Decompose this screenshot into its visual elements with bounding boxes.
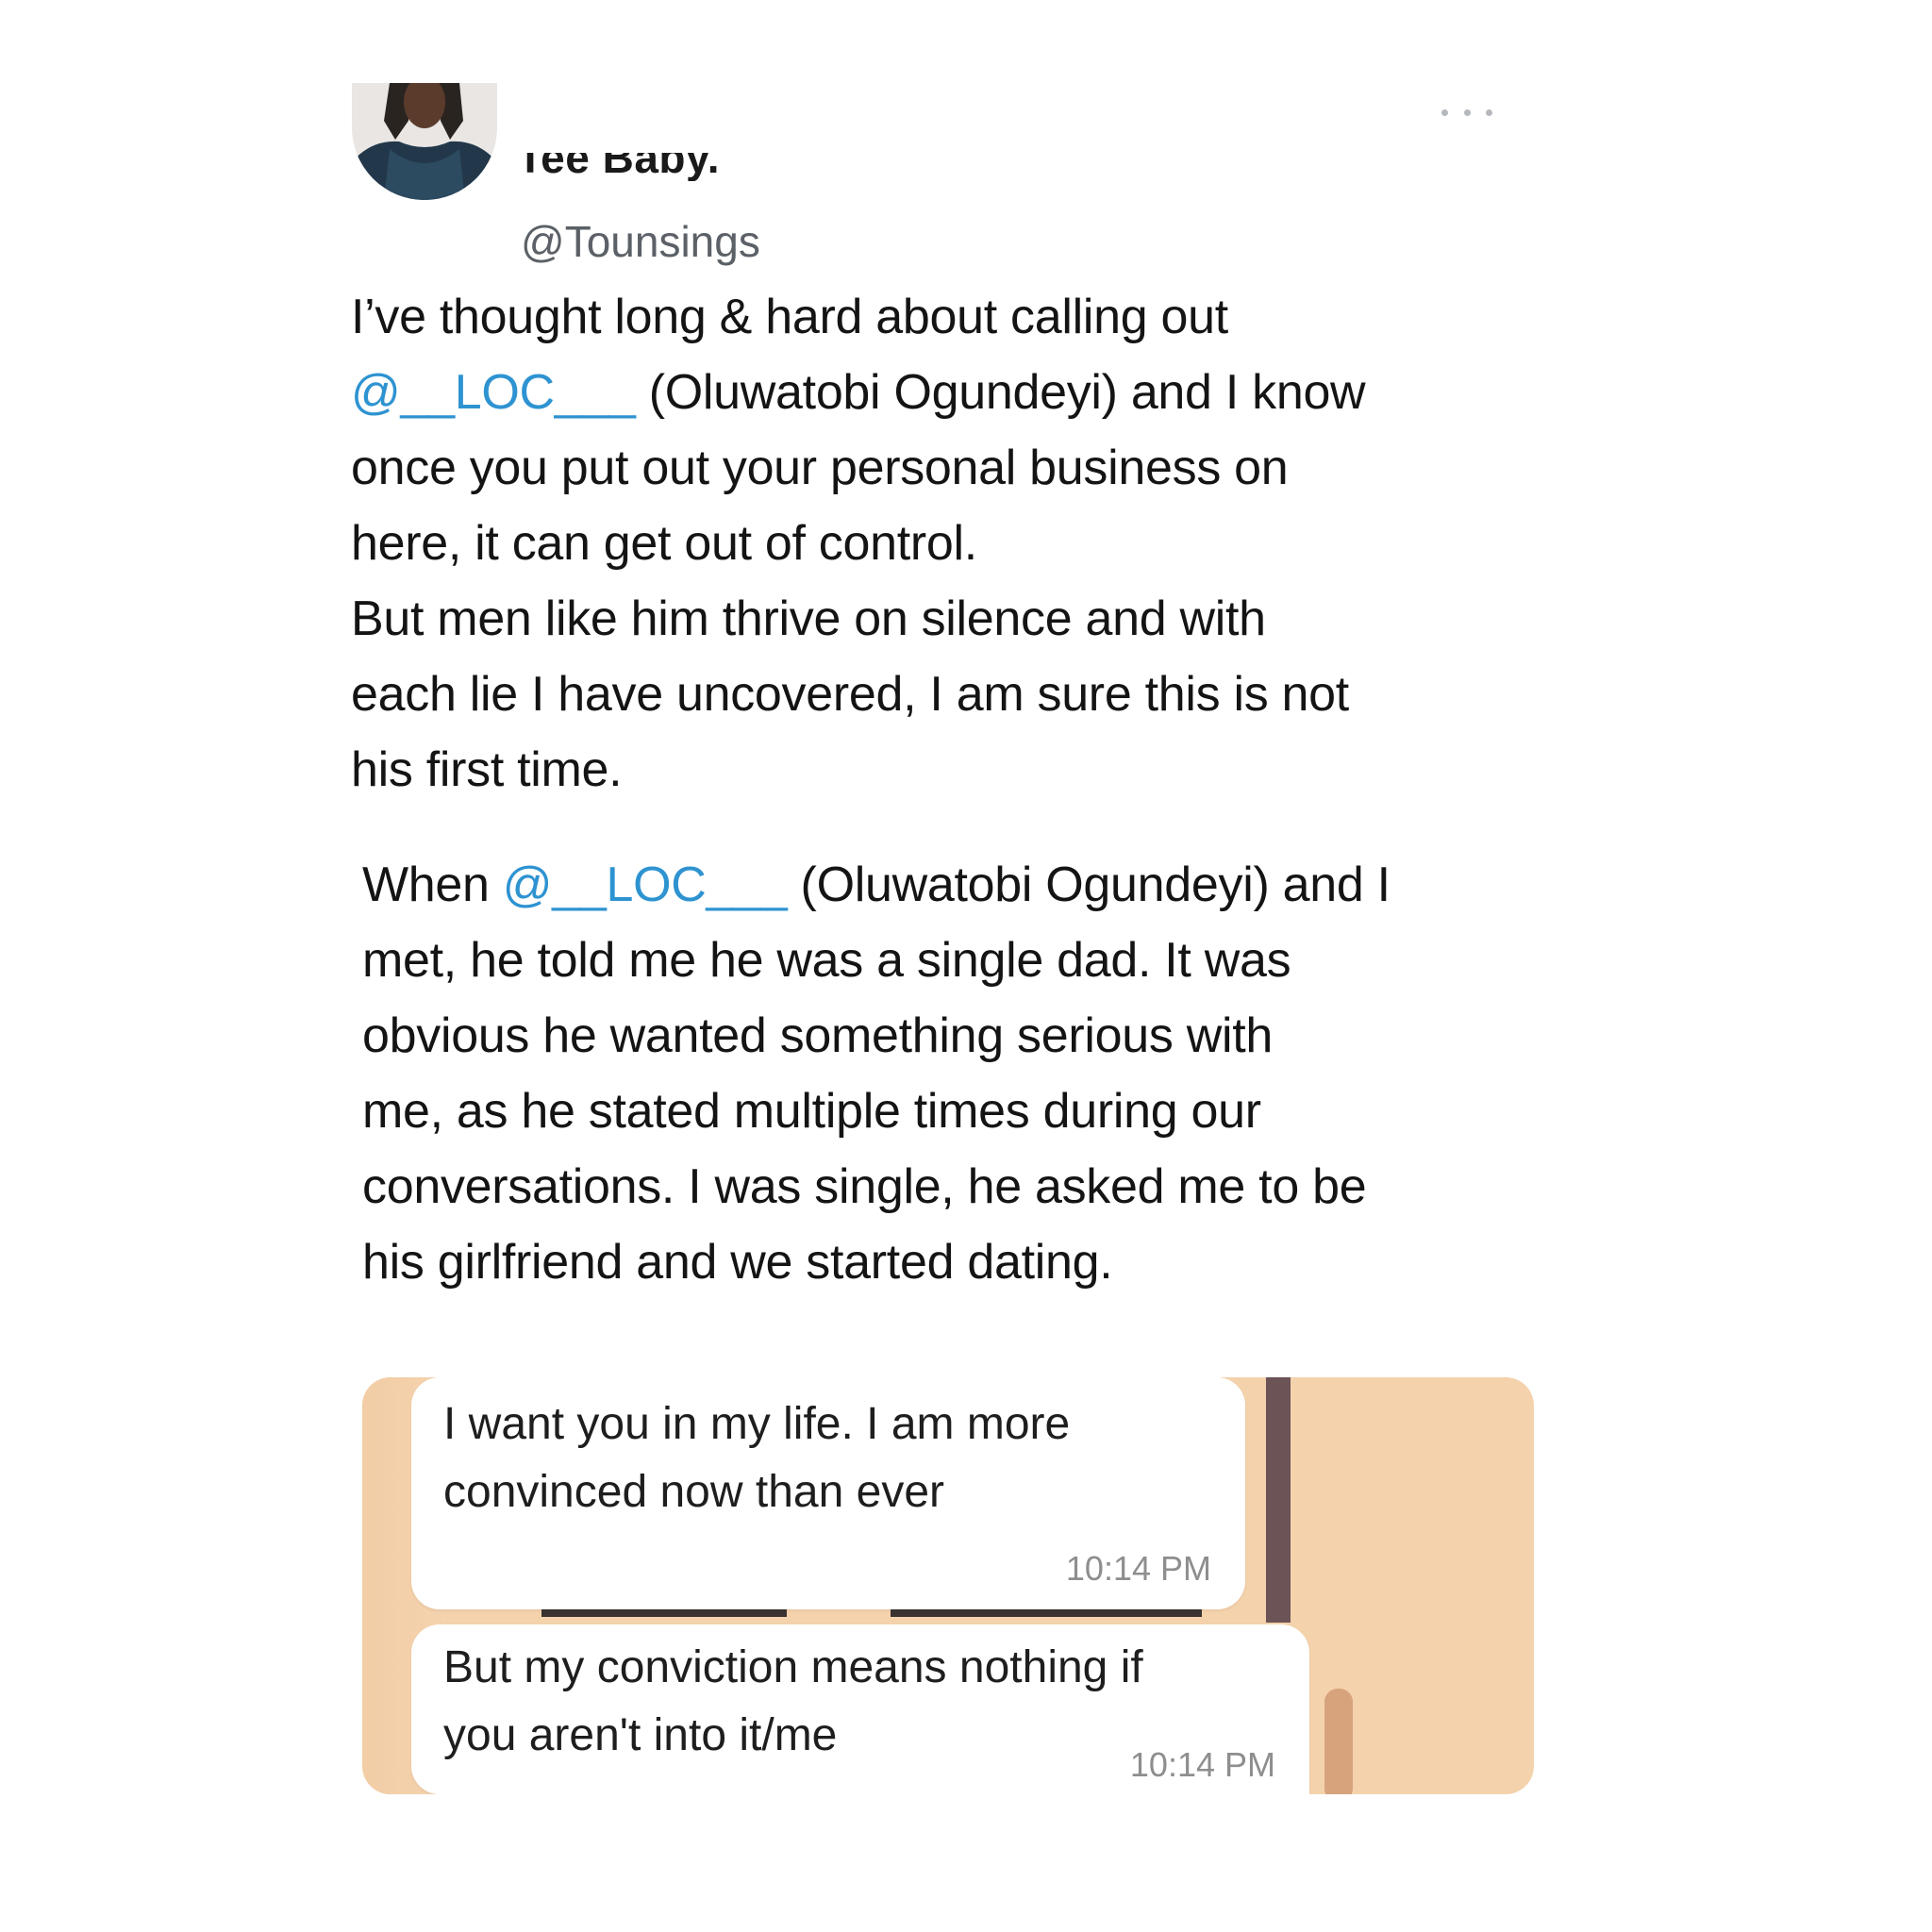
author-avatar[interactable] xyxy=(352,83,497,200)
text-line: his girlfriend and we started dating. xyxy=(362,1235,1113,1290)
chat-message-bubble: I want you in my life. I am more convinc… xyxy=(411,1377,1245,1609)
chat-background-shape xyxy=(1266,1377,1291,1623)
text-line: conversations. I was single, he asked me… xyxy=(362,1159,1367,1214)
chat-screenshot-image[interactable]: I want you in my life. I am more convinc… xyxy=(362,1377,1534,1794)
author-handle[interactable]: @Tounsings xyxy=(521,215,760,268)
mention-link[interactable]: @__LOC___ xyxy=(503,858,788,912)
text-fragment: When xyxy=(362,858,503,912)
chat-background-shape xyxy=(891,1609,1202,1617)
avatar-photo-icon xyxy=(352,83,497,200)
text-fragment: (Oluwatobi Ogundeyi) and I know xyxy=(635,365,1366,420)
text-line: each lie I have uncovered, I am sure thi… xyxy=(351,667,1349,722)
text-line: me, as he stated multiple times during o… xyxy=(362,1084,1261,1139)
chat-background-shape xyxy=(1324,1689,1353,1794)
text-line: @__LOC___ (Oluwatobi Ogundeyi) and I kno… xyxy=(351,355,1366,430)
message-line: convinced now than ever xyxy=(443,1467,944,1517)
message-timestamp: 10:14 PM xyxy=(1065,1549,1211,1588)
chat-message-text: I want you in my life. I am more convinc… xyxy=(443,1391,1070,1526)
text-fragment: (Oluwatobi Ogundeyi) and I xyxy=(787,858,1391,912)
text-line: his first time. xyxy=(351,742,623,797)
message-line: I want you in my life. I am more xyxy=(443,1399,1071,1449)
chat-message-text: But my conviction means nothing if you a… xyxy=(443,1634,1143,1770)
message-line: you aren't into it/me xyxy=(443,1710,838,1760)
author-display-name[interactable]: Tee Baby. xyxy=(517,153,720,181)
message-timestamp: 10:14 PM xyxy=(1129,1745,1275,1784)
tweet-paragraph-2: When @__LOC___ (Oluwatobi Ogundeyi) and … xyxy=(362,847,1391,1300)
text-line: once you put out your personal business … xyxy=(351,441,1289,495)
chat-message-bubble: But my conviction means nothing if you a… xyxy=(411,1624,1309,1794)
message-line: But my conviction means nothing if xyxy=(443,1642,1143,1692)
tweet-header: Tee Baby. @Tounsings xyxy=(347,83,1498,266)
more-options-icon[interactable] xyxy=(1441,98,1492,126)
tweet-paragraph-1: I’ve thought long & hard about calling o… xyxy=(351,279,1366,808)
text-line: But men like him thrive on silence and w… xyxy=(351,591,1266,646)
text-line: obvious he wanted something serious with xyxy=(362,1008,1274,1063)
mention-link[interactable]: @__LOC___ xyxy=(351,365,636,420)
chat-background-shape xyxy=(541,1609,787,1617)
text-line: here, it can get out of control. xyxy=(351,516,977,571)
text-line: I’ve thought long & hard about calling o… xyxy=(351,290,1228,344)
text-line: met, he told me he was a single dad. It … xyxy=(362,933,1291,988)
text-line: When @__LOC___ (Oluwatobi Ogundeyi) and … xyxy=(362,847,1391,923)
